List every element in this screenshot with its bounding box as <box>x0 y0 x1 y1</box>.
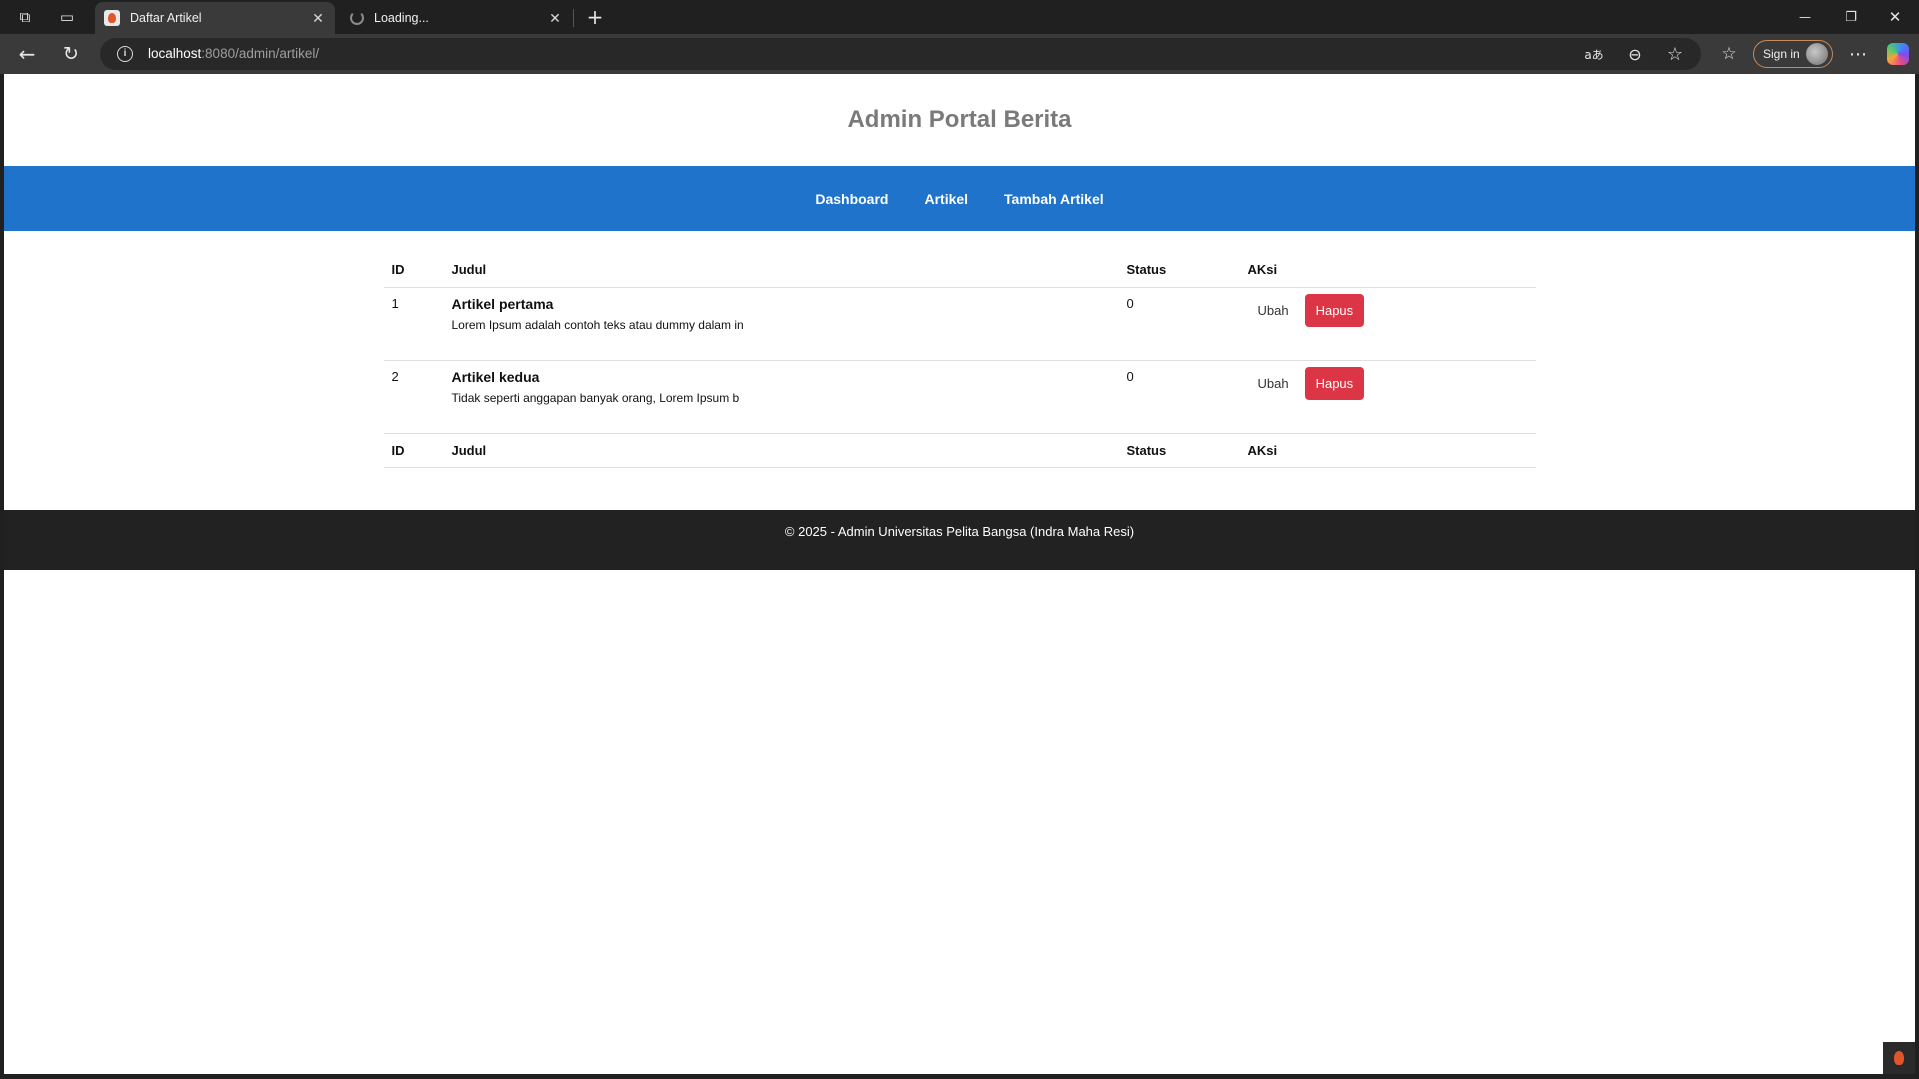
column-footer-id: ID <box>383 433 444 468</box>
row-actions: Ubah Hapus <box>1248 366 1528 400</box>
main-content: ID Judul Status AKsi 1 Artikel pertama L… <box>383 253 1536 478</box>
site-header: Admin Portal Berita <box>4 74 1915 166</box>
tab-loading[interactable]: Loading... ✕ <box>340 2 572 34</box>
nav-link-dashboard[interactable]: Dashboard <box>815 191 888 207</box>
close-window-icon[interactable]: ✕ <box>1883 6 1907 28</box>
restore-icon[interactable]: ❐ <box>1839 6 1863 28</box>
cell-status: 0 <box>1118 287 1240 361</box>
main-nav: Dashboard Artikel Tambah Artikel <box>4 166 1915 231</box>
read-aloud-icon[interactable]: aあ <box>1581 44 1607 64</box>
more-menu-icon[interactable]: ⋯ <box>1845 42 1871 66</box>
article-title: Artikel pertama <box>451 295 554 312</box>
minimize-icon[interactable]: — <box>1793 6 1817 28</box>
url-text[interactable]: localhost:8080/admin/artikel/ <box>148 46 319 61</box>
page-viewport: Admin Portal Berita Dashboard Artikel Ta… <box>4 74 1915 1074</box>
column-footer-judul: Judul <box>443 433 1119 468</box>
cell-id: 1 <box>383 287 444 361</box>
tab-title: Daftar Artikel <box>130 11 202 25</box>
loading-spinner-icon <box>350 11 364 25</box>
cell-id: 2 <box>383 360 444 434</box>
column-footer-status: Status <box>1118 433 1240 468</box>
articles-table: ID Judul Status AKsi 1 Artikel pertama L… <box>383 253 1536 468</box>
column-header-aksi: AKsi <box>1239 253 1536 288</box>
table-row: 2 Artikel kedua Tidak seperti anggapan b… <box>383 360 1536 434</box>
tab-title: Loading... <box>374 11 429 25</box>
table-footer-row: ID Judul Status AKsi <box>383 433 1536 468</box>
delete-button[interactable]: Hapus <box>1304 293 1365 327</box>
new-tab-icon[interactable]: + <box>583 5 607 29</box>
edit-button[interactable]: Ubah <box>1248 376 1299 391</box>
back-icon[interactable]: ← <box>14 42 40 66</box>
column-header-judul: Judul <box>443 253 1119 288</box>
nav-link-artikel[interactable]: Artikel <box>924 191 968 207</box>
close-tab-icon[interactable]: ✕ <box>546 10 564 27</box>
cell-judul: Artikel kedua Tidak seperti anggapan ban… <box>443 360 1119 434</box>
dev-toolbar-icon[interactable] <box>1883 1042 1915 1074</box>
tab-actions-icon[interactable]: ▭ <box>56 7 78 27</box>
delete-button[interactable]: Hapus <box>1304 366 1365 400</box>
close-tab-icon[interactable]: ✕ <box>309 10 327 27</box>
address-bar-row: ← ↻ i localhost:8080/admin/artikel/ aあ ⊖… <box>0 34 1919 74</box>
favorites-icon[interactable]: ☆ <box>1716 42 1742 66</box>
article-excerpt: Tidak seperti anggapan banyak orang, Lor… <box>451 390 740 405</box>
tab-daftar-artikel[interactable]: Daftar Artikel ✕ <box>95 2 335 34</box>
nav-link-tambah-artikel[interactable]: Tambah Artikel <box>1004 191 1104 207</box>
avatar <box>1805 43 1828 65</box>
url-host: localhost <box>148 46 202 61</box>
favorite-star-icon[interactable]: ☆ <box>1663 42 1687 66</box>
reload-icon[interactable]: ↻ <box>58 42 84 66</box>
url-path: :8080/admin/artikel/ <box>201 46 320 61</box>
site-info-icon[interactable]: i <box>117 46 133 62</box>
site-favicon-icon <box>104 10 120 26</box>
copilot-icon[interactable] <box>1887 43 1909 65</box>
footer-copyright: © 2025 - Admin Universitas Pelita Bangsa… <box>784 523 1135 539</box>
tab-divider <box>573 9 574 27</box>
cell-status: 0 <box>1118 360 1240 434</box>
article-title: Artikel kedua <box>451 368 540 385</box>
cell-aksi: Ubah Hapus <box>1239 360 1536 434</box>
edit-button[interactable]: Ubah <box>1248 303 1299 318</box>
window-bottom-border <box>0 1074 1919 1079</box>
table-row: 1 Artikel pertama Lorem Ipsum adalah con… <box>383 287 1536 361</box>
row-actions: Ubah Hapus <box>1248 293 1528 327</box>
zoom-icon[interactable]: ⊖ <box>1623 43 1647 65</box>
column-header-status: Status <box>1118 253 1240 288</box>
site-footer: © 2025 - Admin Universitas Pelita Bangsa… <box>4 510 1915 570</box>
sign-in-button[interactable]: Sign in <box>1753 40 1833 68</box>
cell-judul: Artikel pertama Lorem Ipsum adalah conto… <box>443 287 1119 361</box>
article-excerpt: Lorem Ipsum adalah contoh teks atau dumm… <box>451 317 744 332</box>
column-footer-aksi: AKsi <box>1239 433 1536 468</box>
workspaces-icon[interactable]: ⧉ <box>14 7 36 27</box>
table-header-row: ID Judul Status AKsi <box>383 253 1536 288</box>
page-title: Admin Portal Berita <box>847 106 1072 133</box>
column-header-id: ID <box>383 253 444 288</box>
cell-aksi: Ubah Hapus <box>1239 287 1536 361</box>
sign-in-label: Sign in <box>1763 47 1800 61</box>
browser-tab-bar: ⧉ ▭ Daftar Artikel ✕ Loading... ✕ + — ❐ … <box>0 0 1919 34</box>
flame-icon <box>1894 1051 1904 1065</box>
address-bar[interactable]: i localhost:8080/admin/artikel/ aあ ⊖ ☆ <box>100 38 1701 70</box>
